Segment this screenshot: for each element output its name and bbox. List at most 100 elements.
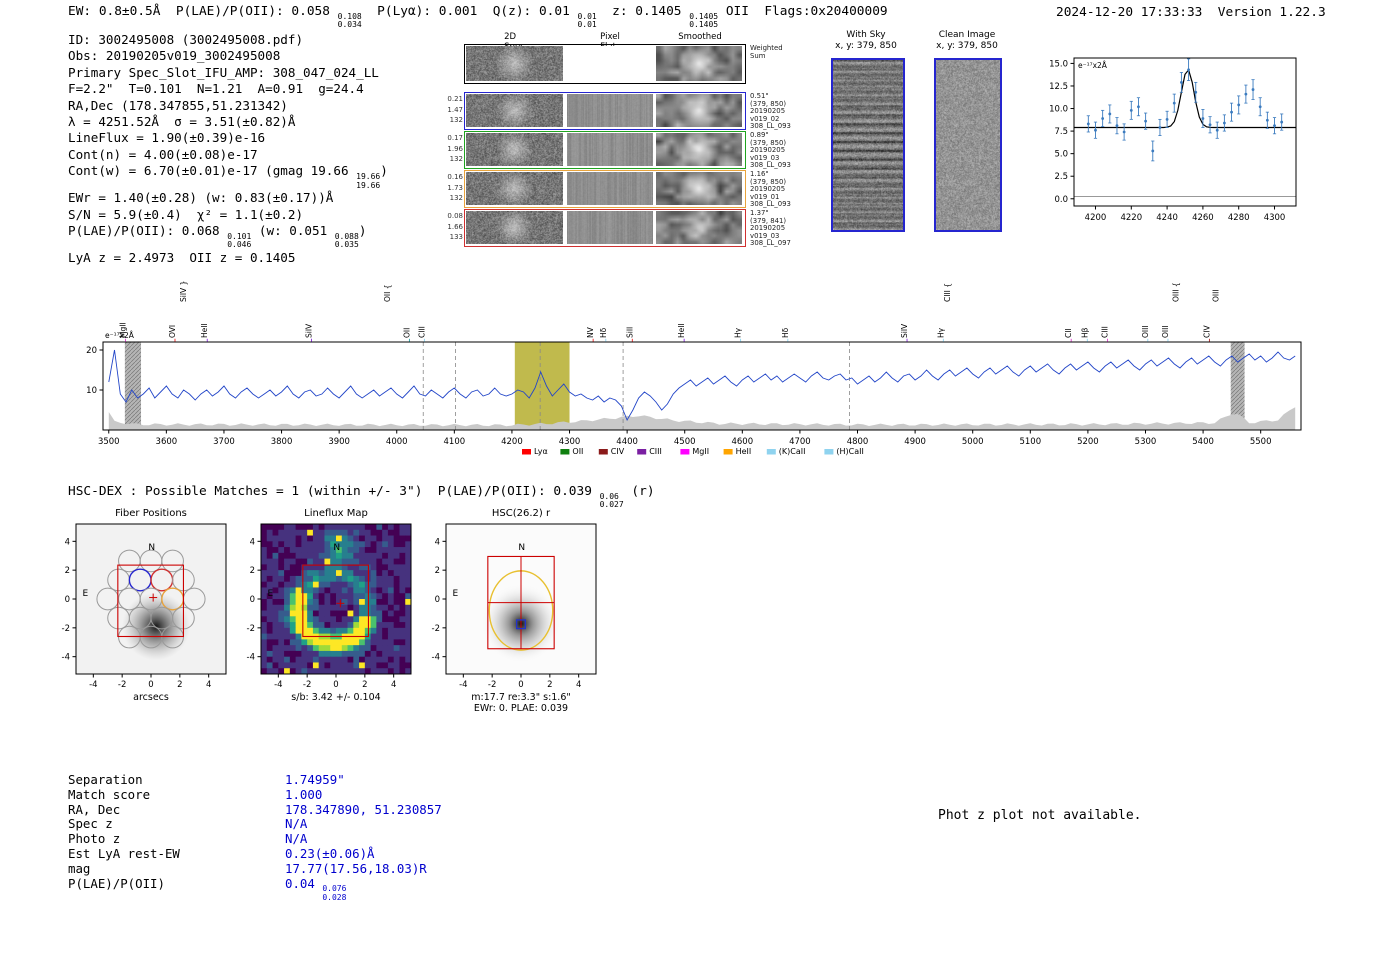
y-tick-label: -4 xyxy=(432,653,440,663)
lineflux-cell xyxy=(382,593,389,600)
x-tick-label: -2 xyxy=(488,680,496,690)
lineflux-cell xyxy=(387,581,395,588)
lineflux-cell xyxy=(353,541,360,548)
lineflux-cell xyxy=(393,552,400,560)
annotation-line: 308_LL_093 xyxy=(750,122,791,130)
lineflux-cell xyxy=(295,593,302,600)
emission-line-label: SiIV } xyxy=(179,281,188,302)
lineflux-cell xyxy=(278,529,285,536)
lineflux-cell xyxy=(376,662,383,669)
lineflux-cell xyxy=(393,604,400,611)
compass-east-label: E xyxy=(268,589,274,599)
lineflux-cell xyxy=(266,552,273,560)
lineflux-cell xyxy=(324,610,331,617)
lineflux-cell xyxy=(376,650,383,658)
lineflux-cell xyxy=(359,639,366,646)
lineflux-cell xyxy=(324,558,331,565)
info-line: EWr = 1.40(±0.28) (w: 0.83(±0.17))Å xyxy=(68,190,388,206)
lineflux-cell xyxy=(376,627,383,635)
data-point xyxy=(1144,119,1148,123)
lineflux-cell xyxy=(289,541,297,548)
lineflux-cell xyxy=(318,622,325,629)
y-tick-label: 0.0 xyxy=(1054,195,1068,205)
lineflux-cell xyxy=(266,575,273,583)
lineflux-cell xyxy=(272,610,279,617)
lineflux-cell xyxy=(382,604,389,611)
lineflux-cell xyxy=(295,524,302,531)
x-tick-label: 4600 xyxy=(731,437,753,447)
lineflux-cell xyxy=(387,570,395,577)
x-tick-label: 4240 xyxy=(1156,213,1178,223)
lineflux-cell xyxy=(278,610,285,617)
cutout-2dspec-image xyxy=(466,46,563,81)
lineflux-cell xyxy=(307,570,314,577)
lineflux-cell xyxy=(295,645,302,652)
lineflux-cell xyxy=(278,558,285,565)
lineflux-cell xyxy=(289,633,297,640)
match-table-value: 0.23(±0.06)Å xyxy=(285,846,375,861)
lineflux-cell xyxy=(266,650,273,658)
lineflux-cell xyxy=(393,564,400,571)
lineflux-cell xyxy=(370,587,377,594)
lineflux-cell xyxy=(341,650,348,658)
lineflux-cell xyxy=(301,668,308,675)
match-table-label: Photo z xyxy=(68,831,121,847)
lineflux-cell xyxy=(341,587,348,594)
weight-line: 1.66 xyxy=(447,222,463,231)
lineflux-cell xyxy=(272,575,279,583)
y-tick-label: 10 xyxy=(86,386,97,396)
lineflux-cell xyxy=(387,656,395,663)
lineflux-cell xyxy=(347,581,354,588)
lineflux-cell xyxy=(353,650,360,658)
cutout-row-weights: 0.21 1.47 132 xyxy=(437,94,463,126)
lineflux-cell xyxy=(289,616,297,623)
match-table-label: Separation xyxy=(68,772,143,787)
match-table-label: P(LAE)/P(OII) xyxy=(68,875,165,891)
lineflux-cell xyxy=(359,529,366,536)
lineflux-cell xyxy=(376,535,383,542)
lineflux-cell xyxy=(261,656,268,663)
lineflux-cell xyxy=(387,547,395,554)
lineflux-cell xyxy=(312,529,320,536)
data-point xyxy=(1129,108,1133,112)
lineflux-cell xyxy=(278,627,285,635)
y-tick-label: 7.5 xyxy=(1054,127,1068,137)
legend-label: OII xyxy=(572,447,583,456)
x-tick-label: 4300 xyxy=(1264,213,1286,223)
lineflux-cell xyxy=(376,639,383,646)
x-tick-label: -4 xyxy=(274,680,282,690)
lineflux-cell xyxy=(284,604,291,611)
lineflux-cell xyxy=(261,535,268,542)
lineflux-cell xyxy=(295,570,302,577)
lineflux-cell xyxy=(266,581,273,588)
emission-line-label: CIII { xyxy=(943,283,952,302)
lineflux-cell xyxy=(324,599,331,606)
lineflux-cell xyxy=(289,581,297,588)
lineflux-cell xyxy=(324,639,331,646)
lineflux-cell xyxy=(370,581,377,588)
panel-title: HSC(26.2) r xyxy=(492,508,551,519)
error-range-fraction: 0.1405 0.1405 xyxy=(689,12,718,30)
emission-line-label: NV xyxy=(586,326,595,338)
lineflux-cell xyxy=(341,645,348,652)
lineflux-cell xyxy=(359,599,366,606)
lineflux-cell xyxy=(295,599,302,606)
lineflux-cell xyxy=(382,541,389,548)
lineflux-cell xyxy=(370,575,377,583)
lineflux-cell xyxy=(382,529,389,536)
lineflux-cell xyxy=(261,581,268,588)
emission-line-label: Hδ xyxy=(599,327,608,338)
lineflux-cell xyxy=(376,552,383,560)
emission-line-label: OIII xyxy=(1141,325,1150,338)
lineflux-cell xyxy=(289,593,297,600)
lineflux-cell xyxy=(312,570,320,577)
lineflux-cell xyxy=(370,535,377,542)
lineflux-cell xyxy=(330,587,337,594)
cutout-row xyxy=(464,44,746,84)
match-table-value: N/A xyxy=(285,831,307,846)
cutout-smoothed-image xyxy=(656,133,742,166)
lineflux-cell xyxy=(284,541,291,548)
lineflux-cell xyxy=(336,627,343,635)
lineflux-cell xyxy=(324,587,331,594)
lineflux-cell xyxy=(318,529,325,536)
